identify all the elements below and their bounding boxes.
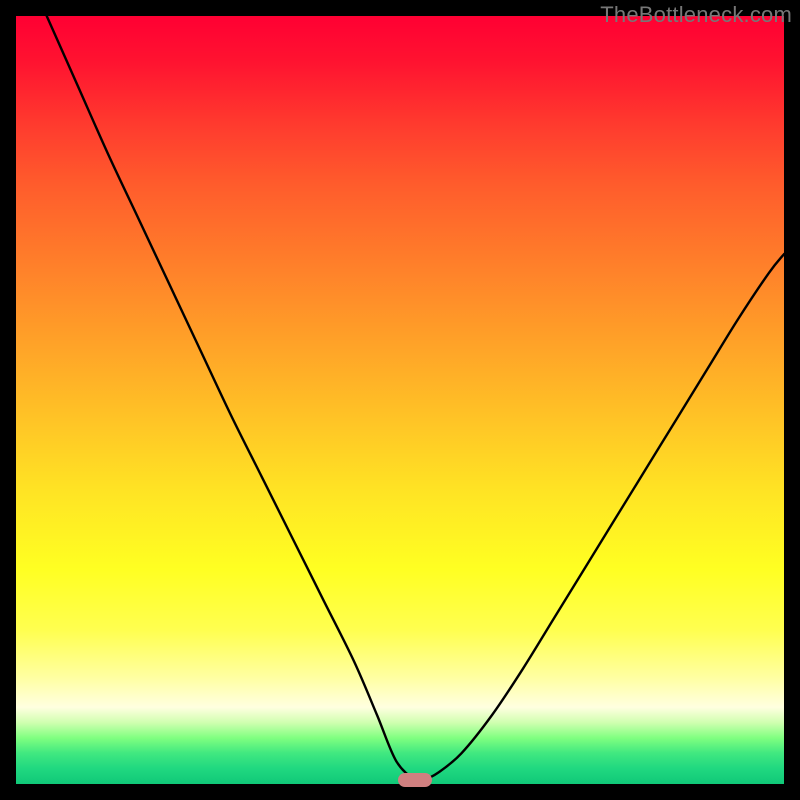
bottleneck-curve: [16, 16, 784, 784]
watermark-text: TheBottleneck.com: [600, 2, 792, 28]
optimum-marker: [398, 773, 432, 787]
curve-path: [47, 16, 784, 782]
plot-area: [16, 16, 784, 784]
chart-frame: TheBottleneck.com: [0, 0, 800, 800]
